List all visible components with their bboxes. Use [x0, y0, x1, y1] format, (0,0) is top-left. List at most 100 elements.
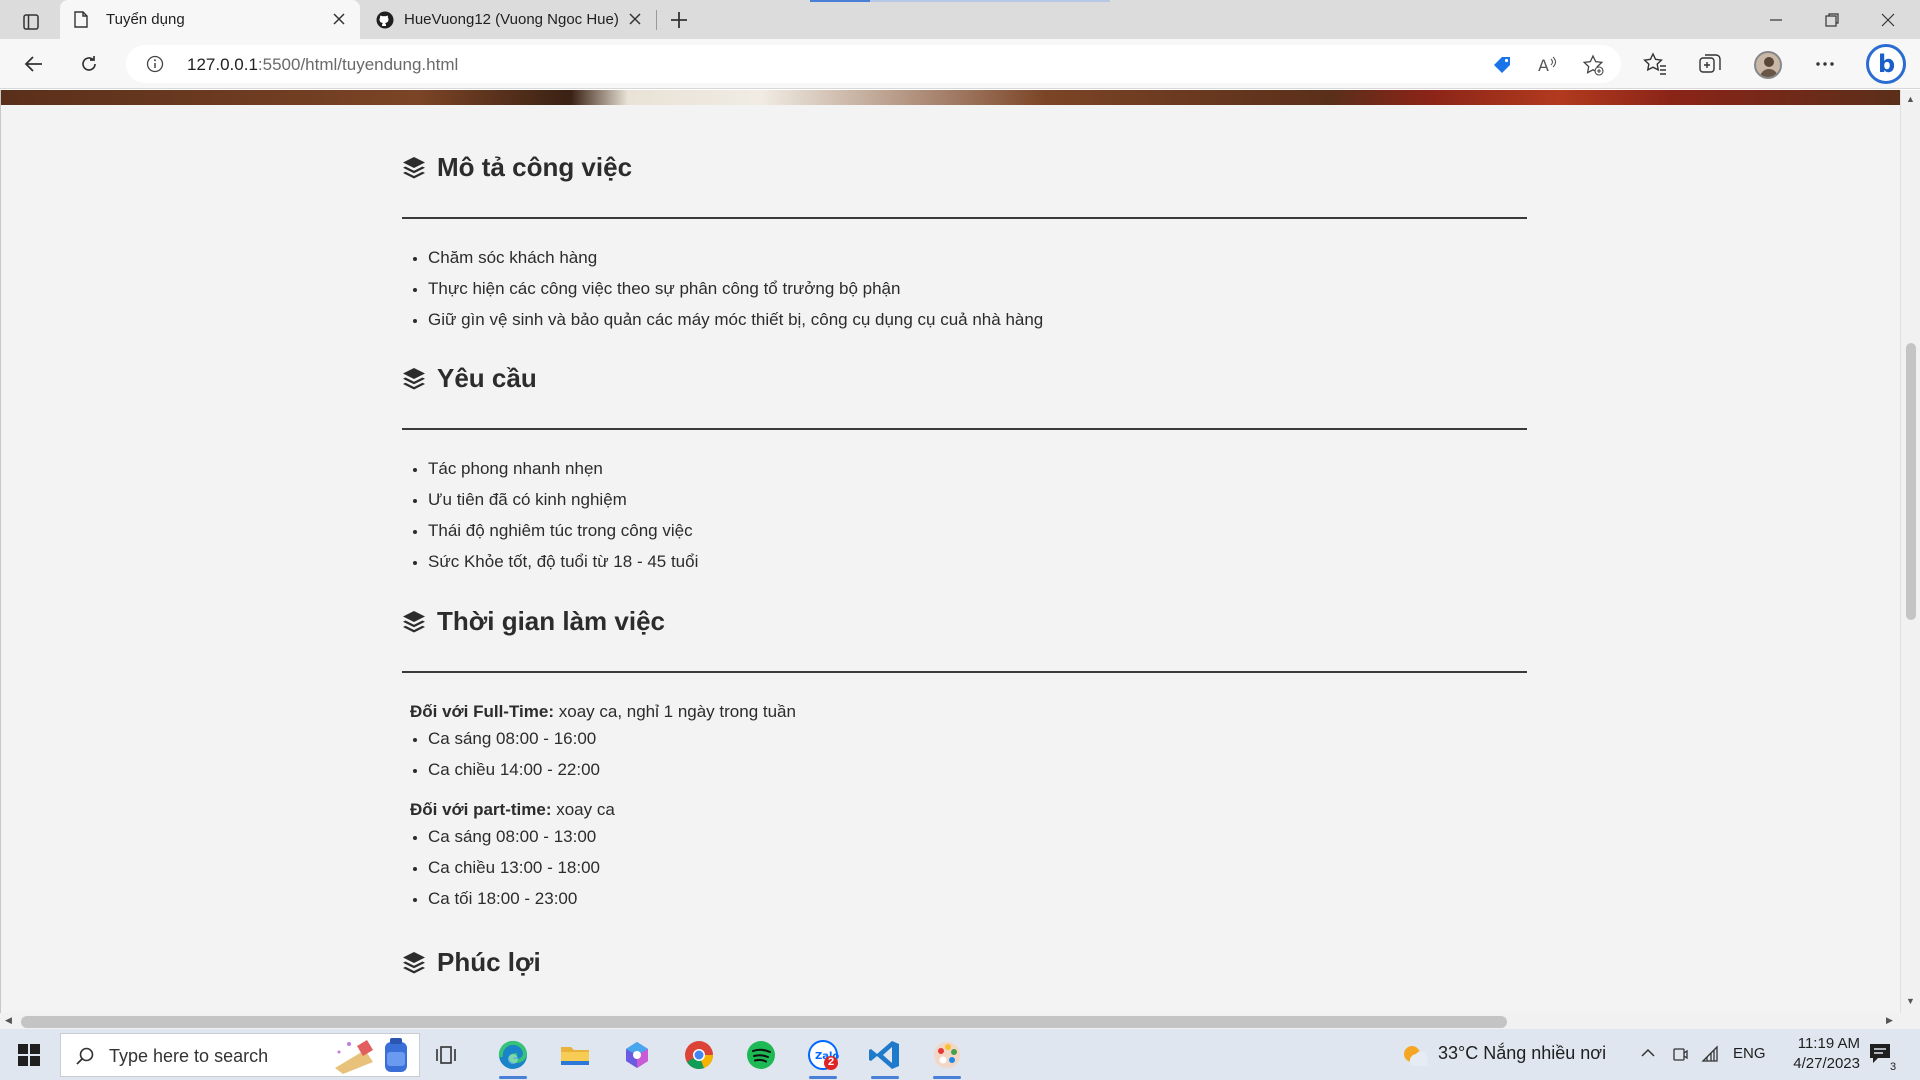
bing-copilot-button[interactable]: b [1866, 44, 1906, 84]
clock-date: 4/27/2023 [1793, 1055, 1860, 1072]
weather-text[interactable]: 33°C Nắng nhiều nơi [1438, 1043, 1606, 1064]
scroll-right-arrow-icon[interactable]: ▶ [1886, 1015, 1893, 1026]
chrome-icon[interactable] [679, 1035, 719, 1075]
show-hidden-icons-icon[interactable] [1640, 1045, 1656, 1061]
part-time-label: Đối với part-time: [410, 800, 552, 819]
paint-taskbar-button[interactable] [927, 1035, 967, 1079]
read-aloud-icon[interactable]: A [1536, 54, 1558, 76]
horizontal-scroll-thumb[interactable] [21, 1016, 1507, 1028]
layer-group-icon [403, 951, 425, 973]
page-icon [74, 11, 88, 28]
search-placeholder: Type here to search [109, 1046, 269, 1066]
scroll-up-arrow-icon[interactable]: ▲ [1906, 94, 1915, 104]
vertical-scroll-thumb[interactable] [1906, 343, 1916, 620]
tab-github[interactable]: HueVuong12 (Vuong Ngoc Hue) [362, 0, 656, 39]
github-icon [376, 11, 394, 29]
full-time-shift-list: Ca sáng 08:00 - 16:00 Ca chiều 14:00 - 2… [428, 723, 600, 785]
url-text[interactable]: 127.0.0.1:5500/html/tuyendung.html [187, 55, 458, 75]
file-explorer-icon[interactable] [555, 1035, 595, 1075]
scroll-left-arrow-icon[interactable]: ◀ [5, 1015, 12, 1026]
clock-time: 11:19 AM [1797, 1035, 1860, 1052]
taskbar-search-box[interactable]: Type here to search [60, 1033, 420, 1077]
tab-strip: Tuyển dụng HueVuong12 (Vuong Ngoc Hue) [0, 0, 1920, 39]
shopping-tag-icon[interactable] [1491, 54, 1513, 76]
system-clock[interactable]: 11:19 AM 4/27/2023 [1770, 1034, 1860, 1074]
vscode-icon [869, 1041, 899, 1069]
favorites-icon[interactable] [1642, 51, 1668, 77]
windows-start-icon[interactable] [18, 1044, 40, 1066]
search-highlight-illustration-icon [335, 1038, 407, 1074]
job-description-list: Chăm sóc khách hàng Thực hiện các công v… [428, 242, 1043, 335]
search-icon [76, 1047, 94, 1065]
active-app-indicator [499, 1076, 527, 1079]
part-time-note: xoay ca [551, 800, 615, 819]
address-bar[interactable]: 127.0.0.1:5500/html/tuyendung.html A [126, 45, 1621, 83]
tab-tuyen-dung[interactable]: Tuyển dụng [60, 0, 360, 39]
list-item: Thực hiện các công việc theo sự phân côn… [428, 273, 1043, 304]
url-path: :5500/html/tuyendung.html [257, 55, 459, 74]
loading-indicator [810, 0, 870, 2]
weather-sun-icon[interactable] [1400, 1043, 1428, 1067]
list-item: Ưu tiên đã có kinh nghiệm [428, 484, 698, 515]
restore-button[interactable] [1804, 0, 1860, 39]
section-heading-job-description: Mô tả công việc [401, 152, 632, 183]
close-tab-icon[interactable] [626, 10, 644, 28]
layer-group-icon [403, 156, 425, 178]
close-tab-icon[interactable] [330, 10, 348, 28]
list-item: Ca tối 18:00 - 23:00 [428, 883, 600, 914]
list-item: Thái độ nghiêm túc trong công việc [428, 515, 698, 546]
full-time-note: xoay ca, nghỉ 1 ngày trong tuần [554, 702, 796, 721]
paint-icon [934, 1042, 960, 1068]
list-item: Ca chiều 13:00 - 18:00 [428, 852, 600, 883]
close-window-button[interactable] [1860, 0, 1916, 39]
network-icon[interactable] [1701, 1045, 1719, 1063]
edge-taskbar-button[interactable] [493, 1035, 533, 1079]
page-viewport: Mô tả công việc Chăm sóc khách hàng Thực… [0, 90, 1900, 1013]
list-item: Tác phong nhanh nhẹn [428, 453, 698, 484]
back-button[interactable] [18, 48, 50, 80]
svg-text:A: A [1538, 56, 1549, 75]
edge-icon [498, 1040, 528, 1069]
tab-actions-icon [23, 14, 39, 30]
refresh-icon [82, 56, 96, 71]
back-arrow-icon [24, 56, 42, 72]
layer-group-icon [403, 610, 425, 632]
section-divider [402, 671, 1527, 673]
close-icon [1881, 13, 1895, 27]
tab-actions-button[interactable] [14, 6, 46, 34]
task-view-icon[interactable] [428, 1035, 468, 1075]
section-heading-working-hours: Thời gian làm việc [401, 606, 665, 637]
refresh-button[interactable] [73, 48, 105, 80]
list-item: Ca chiều 14:00 - 22:00 [428, 754, 600, 785]
full-time-label: Đối với Full-Time: [410, 702, 555, 721]
loading-indicator-track [870, 0, 1110, 2]
add-favorite-icon[interactable] [1582, 54, 1604, 76]
layer-group-icon [403, 367, 425, 389]
input-language[interactable]: ENG [1733, 1045, 1766, 1062]
vscode-taskbar-button[interactable] [865, 1035, 905, 1079]
url-host: 127.0.0.1 [187, 55, 258, 74]
profile-avatar[interactable] [1754, 51, 1782, 79]
section-title: Mô tả công việc [437, 152, 633, 182]
browser-toolbar: 127.0.0.1:5500/html/tuyendung.html A b [0, 39, 1920, 89]
site-info-icon[interactable] [146, 55, 164, 73]
collections-icon[interactable] [1697, 51, 1723, 77]
new-tab-icon[interactable] [664, 5, 694, 35]
meet-now-icon[interactable] [1671, 1045, 1689, 1063]
active-app-indicator [809, 1076, 837, 1079]
spotify-icon[interactable] [741, 1035, 781, 1075]
copilot-icon[interactable] [617, 1035, 657, 1075]
horizontal-scrollbar[interactable]: ◀ ▶ [0, 1013, 1900, 1029]
section-heading-requirements: Yêu cầu [401, 363, 537, 394]
more-options-icon[interactable] [1812, 51, 1838, 77]
minimize-icon [1770, 19, 1782, 21]
vertical-scrollbar[interactable]: ▲ ▼ [1900, 90, 1920, 1013]
section-heading-benefits: Phúc lợi [401, 947, 541, 978]
zalo-taskbar-button[interactable]: Zalo 2 [803, 1035, 843, 1079]
full-time-heading: Đối với Full-Time: xoay ca, nghỉ 1 ngày … [410, 702, 796, 722]
minimize-button[interactable] [1748, 0, 1804, 39]
scroll-down-arrow-icon[interactable]: ▼ [1906, 996, 1915, 1006]
section-divider [402, 217, 1527, 219]
bing-icon: b [1878, 50, 1896, 78]
active-app-indicator [871, 1076, 899, 1079]
